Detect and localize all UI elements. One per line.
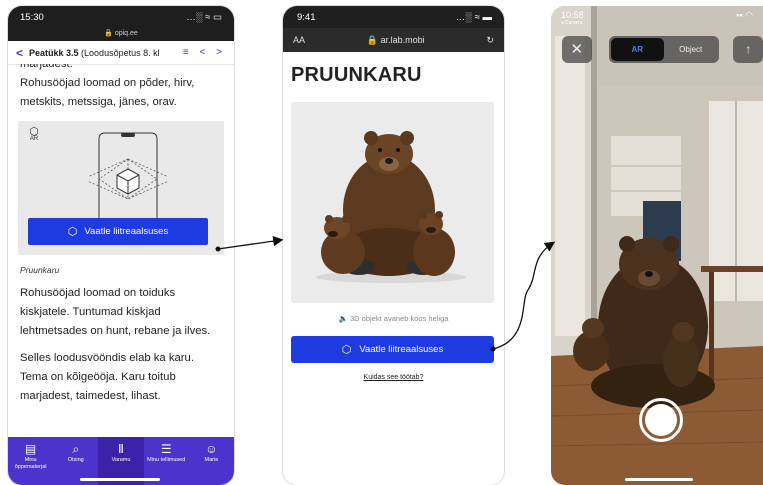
flow-arrows — [215, 235, 556, 352]
arrow-to-ar-view — [492, 241, 556, 350]
arrow-to-ar-page — [217, 235, 284, 250]
